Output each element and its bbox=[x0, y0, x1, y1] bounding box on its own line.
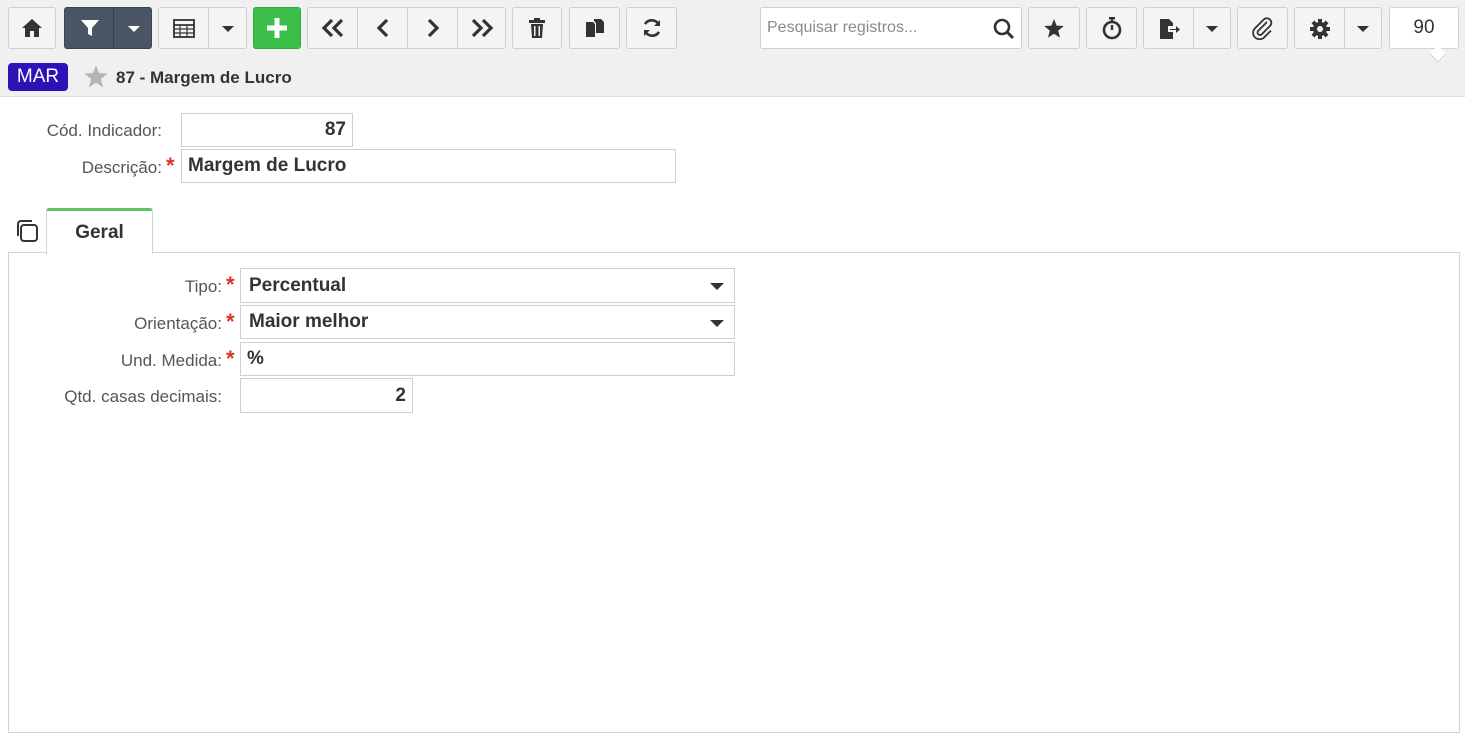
copy-icon[interactable] bbox=[14, 218, 40, 244]
record-count: 90 bbox=[1389, 7, 1459, 49]
chevron-down-icon[interactable] bbox=[710, 320, 724, 327]
export-button[interactable] bbox=[1143, 7, 1231, 49]
next-record-button[interactable] bbox=[408, 8, 457, 48]
required-marker: * bbox=[226, 272, 235, 297]
record-header: MAR 87 - Margem de Lucro bbox=[0, 58, 1465, 97]
chevron-down-icon[interactable] bbox=[1356, 25, 1370, 33]
casas-decimais-label: Qtd. casas decimais: bbox=[64, 387, 222, 406]
stopwatch-icon bbox=[1102, 17, 1121, 40]
home-button[interactable] bbox=[8, 7, 56, 49]
double-chevron-left-icon bbox=[321, 18, 343, 38]
copy-icon bbox=[585, 19, 604, 37]
orientacao-value: Maior melhor bbox=[249, 311, 369, 332]
orientacao-label: Orientação: bbox=[134, 314, 222, 333]
previous-record-button[interactable] bbox=[358, 8, 407, 48]
paperclip-icon bbox=[1251, 17, 1272, 40]
refresh-button[interactable] bbox=[626, 7, 677, 49]
settings-button[interactable] bbox=[1294, 7, 1382, 49]
required-marker: * bbox=[226, 346, 235, 371]
tipo-label: Tipo: bbox=[184, 277, 222, 296]
attachment-button[interactable] bbox=[1237, 7, 1288, 49]
und-medida-label: Und. Medida: bbox=[120, 351, 222, 370]
plus-icon bbox=[267, 18, 287, 38]
add-button[interactable] bbox=[253, 7, 301, 49]
cod-indicador-label: Cód. Indicador: bbox=[46, 121, 162, 140]
cod-indicador-field[interactable]: 87 bbox=[181, 113, 353, 147]
chevron-down-icon[interactable] bbox=[127, 25, 141, 33]
home-icon bbox=[22, 19, 42, 37]
file-export-icon bbox=[1160, 19, 1180, 39]
tab-geral[interactable]: Geral bbox=[46, 208, 153, 254]
chevron-right-icon bbox=[427, 18, 439, 38]
required-marker: * bbox=[166, 153, 175, 178]
timer-button[interactable] bbox=[1086, 7, 1137, 49]
grid-view-button[interactable] bbox=[158, 7, 247, 49]
chevron-left-icon bbox=[376, 18, 388, 38]
search-box bbox=[760, 7, 1022, 49]
orientacao-select[interactable]: Maior melhor bbox=[240, 305, 735, 339]
duplicate-button[interactable] bbox=[569, 7, 620, 49]
double-chevron-right-icon bbox=[471, 18, 494, 38]
filter-icon bbox=[81, 20, 99, 36]
delete-button[interactable] bbox=[512, 7, 562, 49]
tipo-value: Percentual bbox=[249, 274, 347, 296]
toolbar: 90 bbox=[0, 0, 1465, 58]
required-marker: * bbox=[226, 309, 235, 334]
search-icon[interactable] bbox=[993, 18, 1015, 40]
module-badge: MAR bbox=[8, 63, 68, 91]
refresh-icon bbox=[643, 19, 660, 37]
und-medida-field[interactable]: % bbox=[240, 342, 735, 376]
favorite-button[interactable] bbox=[1028, 7, 1080, 49]
trash-icon bbox=[529, 18, 545, 38]
star-icon[interactable] bbox=[83, 64, 109, 89]
last-record-button[interactable] bbox=[458, 8, 506, 48]
search-input[interactable] bbox=[761, 8, 989, 48]
first-record-button[interactable] bbox=[308, 8, 357, 48]
casas-decimais-field[interactable]: 2 bbox=[240, 378, 413, 413]
gear-icon bbox=[1310, 19, 1330, 39]
table-icon bbox=[173, 19, 195, 38]
filter-button[interactable] bbox=[64, 7, 152, 49]
page-title: 87 - Margem de Lucro bbox=[116, 68, 292, 87]
star-icon bbox=[1044, 18, 1064, 38]
chevron-down-icon[interactable] bbox=[710, 283, 724, 290]
record-navigation bbox=[307, 7, 506, 49]
tipo-select[interactable]: Percentual bbox=[240, 268, 735, 303]
descricao-label: Descrição: bbox=[81, 158, 162, 177]
chevron-down-icon[interactable] bbox=[1205, 25, 1219, 33]
descricao-field[interactable]: Margem de Lucro bbox=[181, 149, 676, 183]
chevron-down-icon[interactable] bbox=[221, 25, 235, 33]
